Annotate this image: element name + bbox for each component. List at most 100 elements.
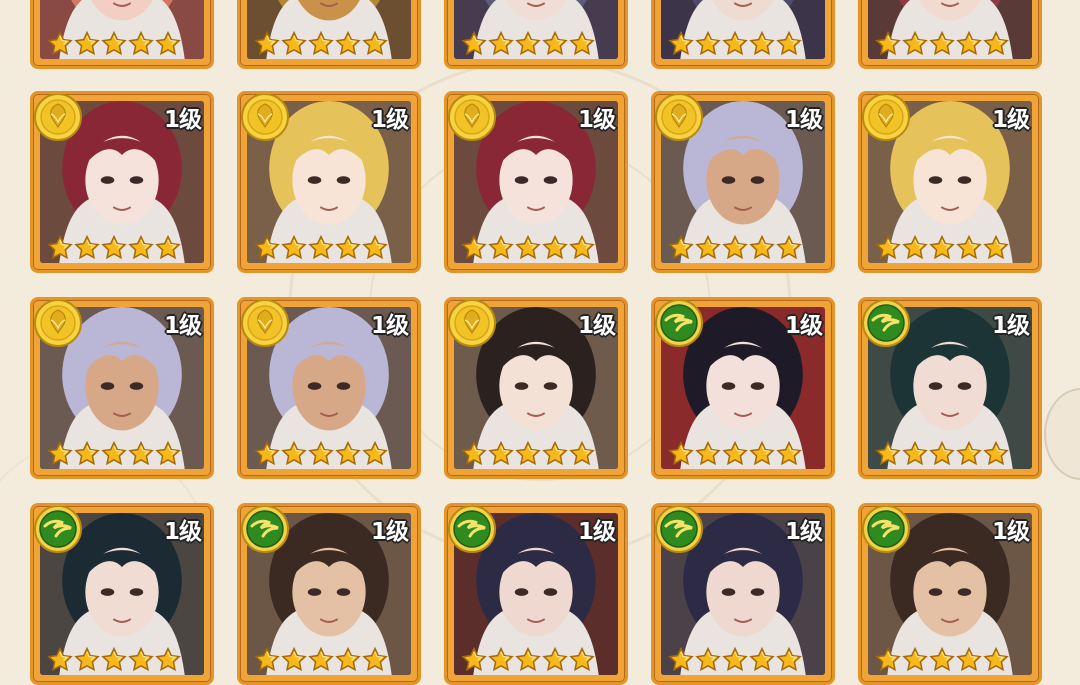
hero-card[interactable] [858,0,1042,69]
star-icon [335,234,361,261]
gold-rose-badge-icon [861,94,911,142]
star-icon [668,440,694,467]
star-icon [668,646,694,673]
green-dragon-badge-icon [861,300,911,348]
hero-card[interactable]: 1级 [30,91,214,273]
hero-card[interactable]: 1级 [30,297,214,479]
star-icon [74,30,100,57]
star-icon [875,30,901,57]
star-icon [488,646,514,673]
star-icon [461,30,487,57]
hero-card[interactable]: 1级 [237,297,421,479]
star-icon [695,646,721,673]
hero-card[interactable]: 1级 [30,503,214,685]
star-icon [983,646,1009,673]
star-icon [308,646,334,673]
star-icon [749,234,775,261]
star-icon [362,440,388,467]
hero-card[interactable] [30,0,214,69]
hero-level-label: 1级 [991,107,1030,133]
gold-rose-badge-icon [240,300,290,348]
star-icon [515,646,541,673]
hero-level-label: 1级 [991,313,1030,339]
star-icon [569,30,595,57]
star-icon [929,646,955,673]
star-icon [335,440,361,467]
star-icon [776,440,802,467]
gold-rose-badge-icon [240,94,290,142]
hero-level-label: 1级 [784,313,823,339]
star-icon [749,30,775,57]
star-icon [875,440,901,467]
hero-card[interactable]: 1级 [444,503,628,685]
star-icon [569,646,595,673]
star-icon [983,234,1009,261]
star-icon [461,646,487,673]
hero-card[interactable] [651,0,835,69]
star-icon [695,440,721,467]
hero-level-label: 1级 [577,519,616,545]
hero-level-label: 1级 [577,107,616,133]
star-icon [335,30,361,57]
star-icon [47,234,73,261]
hero-level-label: 1级 [163,107,202,133]
star-icon [461,440,487,467]
star-icon [74,646,100,673]
star-rating [254,440,388,467]
star-rating [254,30,388,57]
hero-card[interactable] [444,0,628,69]
hero-card[interactable]: 1级 [651,91,835,273]
hero-level-label: 1级 [784,519,823,545]
hero-card[interactable]: 1级 [444,91,628,273]
green-dragon-badge-icon [33,506,83,554]
star-icon [929,234,955,261]
hero-card[interactable]: 1级 [858,91,1042,273]
star-icon [722,234,748,261]
green-dragon-badge-icon [654,300,704,348]
star-icon [128,646,154,673]
star-icon [101,30,127,57]
star-icon [749,440,775,467]
star-icon [128,440,154,467]
hero-card[interactable]: 1级 [237,503,421,685]
gold-rose-badge-icon [654,94,704,142]
star-icon [929,30,955,57]
hero-card[interactable]: 1级 [858,503,1042,685]
star-icon [362,30,388,57]
hero-level-label: 1级 [163,313,202,339]
hero-card[interactable]: 1级 [444,297,628,479]
star-icon [281,646,307,673]
star-icon [902,440,928,467]
star-icon [956,234,982,261]
hero-card[interactable]: 1级 [237,91,421,273]
star-icon [515,440,541,467]
star-icon [902,646,928,673]
star-icon [254,234,280,261]
star-icon [488,440,514,467]
hero-level-label: 1级 [577,313,616,339]
star-icon [461,234,487,261]
hero-card[interactable]: 1级 [858,297,1042,479]
green-dragon-badge-icon [447,506,497,554]
gold-rose-badge-icon [33,94,83,142]
star-icon [155,30,181,57]
star-icon [281,234,307,261]
star-icon [155,234,181,261]
gold-rose-badge-icon [33,300,83,348]
star-icon [875,234,901,261]
star-icon [668,234,694,261]
hero-card[interactable]: 1级 [651,503,835,685]
star-icon [74,440,100,467]
star-icon [308,234,334,261]
hero-card[interactable] [237,0,421,69]
star-icon [668,30,694,57]
star-icon [722,30,748,57]
star-icon [47,646,73,673]
hero-level-label: 1级 [784,107,823,133]
star-icon [281,440,307,467]
star-icon [542,234,568,261]
hero-card[interactable]: 1级 [651,297,835,479]
star-icon [776,30,802,57]
star-icon [902,234,928,261]
star-icon [101,440,127,467]
